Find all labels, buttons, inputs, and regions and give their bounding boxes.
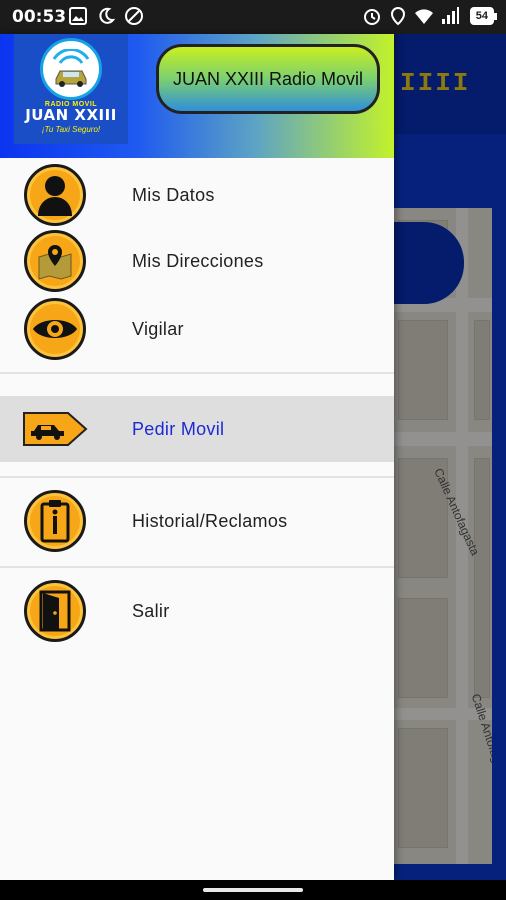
signal-icon [441,7,459,24]
logo-name: JUAN XXIII [25,106,117,124]
map-pin-icon [24,230,86,292]
taxi-logo-icon [40,38,102,100]
logo-tagline: ¡Tu Taxi Seguro! [41,125,101,134]
wifi-icon [414,9,433,24]
status-time: 00:53 [12,7,67,27]
door-icon [24,580,86,642]
menu-item-pedir-movil[interactable]: Pedir Movil [0,396,394,462]
menu-divider [0,372,394,374]
home-handle[interactable] [203,888,303,892]
user-icon [24,164,86,226]
taxi-icon [23,412,88,446]
menu-item-salir[interactable]: Salir [0,578,394,644]
menu-item-label: Historial/Reclamos [132,510,288,531]
moon-icon [99,7,116,24]
system-nav-bar [0,880,506,900]
clipboard-icon [24,490,86,552]
status-bar: 00:53 54 [0,0,506,34]
eye-icon [24,298,86,360]
app-logo: RADIO MOVIL JUAN XXIII ¡Tu Taxi Seguro! [14,34,128,144]
menu-item-vigilar[interactable]: Vigilar [0,296,394,362]
drawer-header: RADIO MOVIL JUAN XXIII ¡Tu Taxi Seguro! … [0,34,394,158]
header-title: JUAN XXIII Radio Movil [156,44,380,114]
menu-item-label: Mis Direcciones [132,250,264,271]
image-icon [69,7,87,25]
dnd-icon [125,7,143,25]
menu-divider [0,566,394,568]
menu-item-label: Salir [132,600,170,621]
menu-item-mis-datos[interactable]: Mis Datos [0,162,394,228]
menu-item-label: Pedir Movil [132,418,225,439]
battery-icon: 54 [469,7,498,25]
menu-item-label: Vigilar [132,318,184,339]
navigation-drawer: RADIO MOVIL JUAN XXIII ¡Tu Taxi Seguro! … [0,34,394,880]
location-icon [390,6,405,26]
menu-item-mis-direcciones[interactable]: Mis Direcciones [0,228,394,294]
menu-item-label: Mis Datos [132,184,215,205]
alarm-icon [363,9,380,25]
menu-divider [0,476,394,478]
menu-item-historial-reclamos[interactable]: Historial/Reclamos [0,488,394,554]
